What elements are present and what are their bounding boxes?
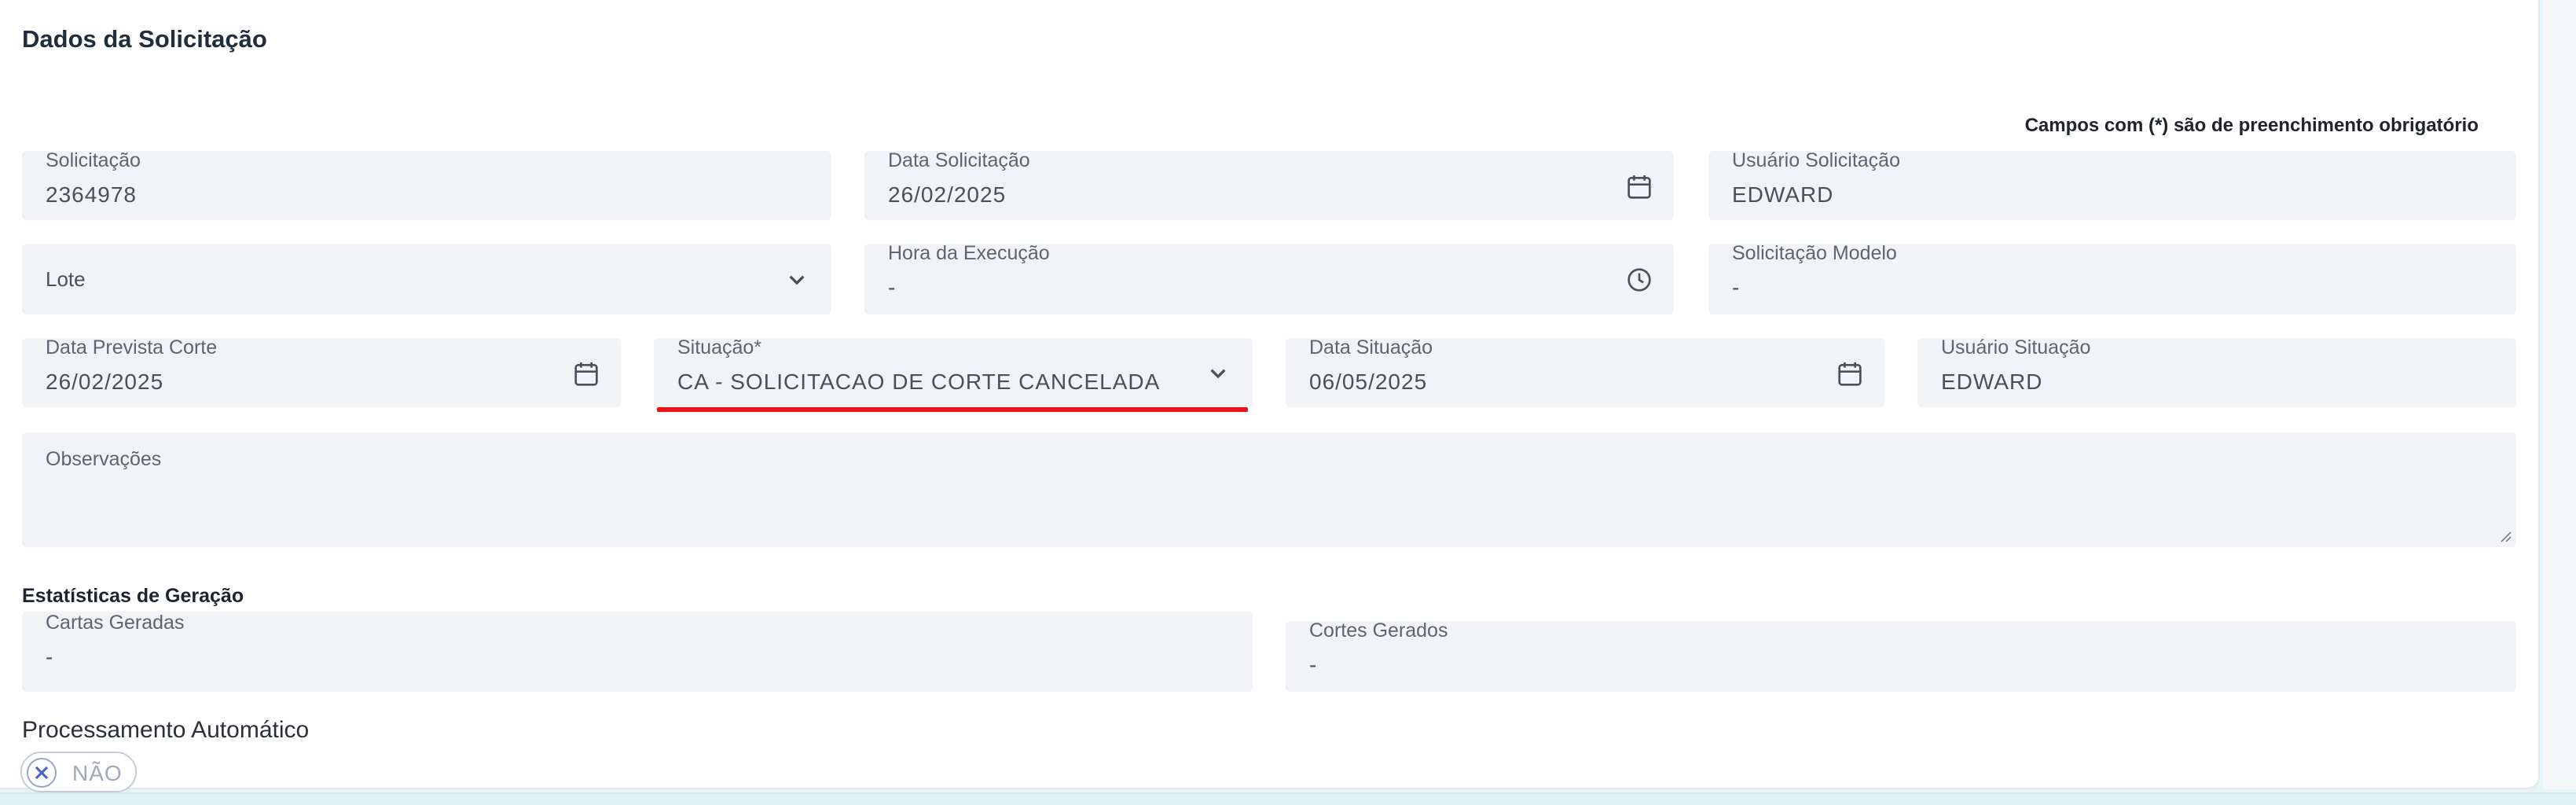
clock-icon[interactable] xyxy=(1624,264,1655,296)
situacao-select[interactable]: Situação* CA - SOLICITACAO DE CORTE CANC… xyxy=(654,338,1253,407)
usuario-solicitacao-field[interactable]: Usuário Solicitação EDWARD xyxy=(1708,151,2516,220)
situacao-highlight-underline xyxy=(657,407,1248,412)
chevron-down-icon[interactable] xyxy=(1202,357,1234,388)
solicitacao-modelo-value: - xyxy=(1732,275,1741,300)
situacao-value: CA - SOLICITACAO DE CORTE CANCELADA xyxy=(677,369,1161,394)
data-prevista-corte-label: Data Prevista Corte xyxy=(46,336,218,358)
toggle-label: NÃO xyxy=(72,761,123,785)
solicitacao-modelo-field[interactable]: Solicitação Modelo - xyxy=(1708,244,2516,314)
page-title: Dados da Solicitação xyxy=(22,25,267,53)
cortes-gerados-label: Cortes Gerados xyxy=(1309,619,1448,641)
data-prevista-corte-field[interactable]: Data Prevista Corte 26/02/2025 xyxy=(22,338,621,407)
solicitacao-field[interactable]: Solicitação 2364978 xyxy=(22,151,831,220)
lote-select[interactable]: Lote xyxy=(22,244,831,314)
cortes-gerados-field[interactable]: Cortes Gerados - xyxy=(1286,621,2516,692)
cartas-geradas-value: - xyxy=(46,645,54,669)
required-fields-note: Campos com (*) são de preenchimento obri… xyxy=(2024,115,2479,136)
hora-execucao-label: Hora da Execução xyxy=(888,242,1050,264)
hora-execucao-value: - xyxy=(888,275,897,300)
data-solicitacao-value: 26/02/2025 xyxy=(888,182,1007,207)
situacao-label: Situação* xyxy=(677,336,762,358)
data-situacao-value: 06/05/2025 xyxy=(1309,369,1428,394)
data-situacao-label: Data Situação xyxy=(1309,336,1433,358)
request-data-panel: Dados da Solicitação Campos com (*) são … xyxy=(0,0,2540,792)
usuario-solicitacao-value: EDWARD xyxy=(1732,182,1834,207)
usuario-situacao-value: EDWARD xyxy=(1941,369,2043,394)
observacoes-textarea[interactable]: Observações xyxy=(22,432,2516,547)
statistics-section-title: Estatísticas de Geração xyxy=(22,585,244,607)
cartas-geradas-label: Cartas Geradas xyxy=(46,612,185,634)
data-solicitacao-field[interactable]: Data Solicitação 26/02/2025 xyxy=(864,151,1674,220)
solicitacao-value: 2364978 xyxy=(46,182,138,207)
data-solicitacao-label: Data Solicitação xyxy=(888,149,1030,171)
chevron-down-icon[interactable] xyxy=(781,263,813,295)
data-situacao-field[interactable]: Data Situação 06/05/2025 xyxy=(1286,338,1884,407)
cartas-geradas-field[interactable]: Cartas Geradas - xyxy=(22,612,1253,692)
bottom-edge-strip xyxy=(0,792,2576,805)
solicitacao-label: Solicitação xyxy=(46,149,141,171)
hora-execucao-field[interactable]: Hora da Execução - xyxy=(864,244,1674,314)
close-icon xyxy=(27,758,57,788)
processamento-label: Processamento Automático xyxy=(22,717,310,743)
processamento-toggle[interactable]: NÃO xyxy=(20,752,137,792)
usuario-situacao-label: Usuário Situação xyxy=(1941,336,2091,358)
resize-grip-icon[interactable] xyxy=(2497,528,2512,542)
calendar-icon[interactable] xyxy=(571,358,602,390)
right-edge-strip xyxy=(2543,0,2576,789)
calendar-icon[interactable] xyxy=(1624,171,1655,203)
lote-placeholder: Lote xyxy=(46,267,86,291)
calendar-icon[interactable] xyxy=(1834,358,1866,390)
usuario-situacao-field[interactable]: Usuário Situação EDWARD xyxy=(1917,338,2516,407)
observacoes-label: Observações xyxy=(46,448,162,470)
cortes-gerados-value: - xyxy=(1309,652,1318,677)
solicitacao-modelo-label: Solicitação Modelo xyxy=(1732,242,1897,264)
usuario-solicitacao-label: Usuário Solicitação xyxy=(1732,149,1900,171)
data-prevista-corte-value: 26/02/2025 xyxy=(46,369,164,394)
